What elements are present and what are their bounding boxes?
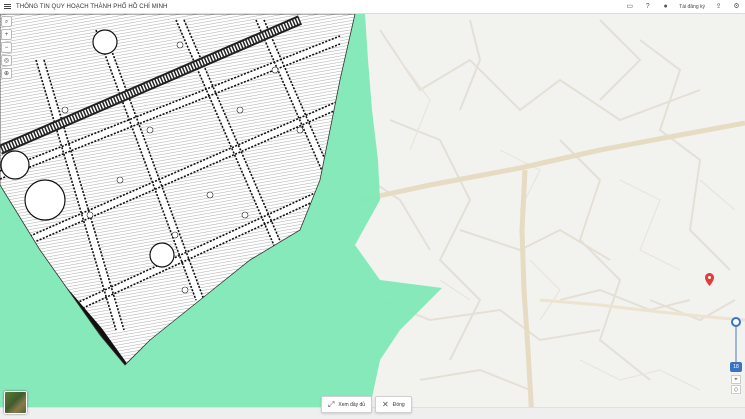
left-map-controls: ⌕ + − ◎ ⊕ [1, 16, 13, 79]
zoom-in-icon[interactable]: + [1, 29, 12, 40]
measure-icon[interactable]: ⊕ [1, 68, 12, 79]
satellite-thumbnail[interactable] [4, 391, 27, 414]
expand-button[interactable]: ⤢ Xem đầy đủ [321, 396, 373, 413]
location-pin-icon[interactable] [705, 273, 714, 286]
map-canvas[interactable] [0, 0, 745, 419]
expand-icon: ⤢ [328, 399, 335, 409]
github-icon[interactable]: ● [661, 0, 670, 14]
crosshair-icon[interactable]: ⌖ [731, 375, 741, 384]
compass-icon[interactable]: ◇ [731, 385, 741, 394]
hamburger-icon[interactable] [0, 0, 14, 14]
close-icon: ✕ [382, 399, 389, 409]
expand-label: Xem đầy đủ [338, 401, 366, 408]
bottom-bar [0, 407, 745, 419]
zoom-level-badge: 18 [730, 362, 742, 372]
login-link[interactable]: Tài đăng ký [679, 4, 705, 10]
top-right-toolbar: ▭ ? ● Tài đăng ký ⇪ ⚙ [625, 0, 741, 14]
map-layers-icon[interactable]: ▭ [625, 0, 634, 14]
share-icon[interactable]: ⇪ [714, 0, 723, 14]
close-label: Đóng [392, 401, 405, 408]
app-title: THÔNG TIN QUY HOẠCH THÀNH PHỐ HỒ CHÍ MIN… [16, 3, 168, 10]
search-icon[interactable]: ⌕ [1, 16, 12, 27]
top-bar: THÔNG TIN QUY HOẠCH THÀNH PHỐ HỒ CHÍ MIN… [0, 0, 745, 14]
settings-icon[interactable]: ⚙ [732, 0, 741, 14]
location-icon[interactable]: ◎ [1, 55, 12, 66]
map-app: THÔNG TIN QUY HOẠCH THÀNH PHỐ HỒ CHÍ MIN… [0, 0, 745, 419]
zoom-knob[interactable] [731, 317, 741, 327]
close-button[interactable]: ✕ Đóng [375, 396, 412, 413]
zoom-out-icon[interactable]: − [1, 42, 12, 53]
zoom-slider[interactable]: 18 ⌖ ◇ [729, 315, 743, 395]
help-icon[interactable]: ? [643, 0, 652, 14]
